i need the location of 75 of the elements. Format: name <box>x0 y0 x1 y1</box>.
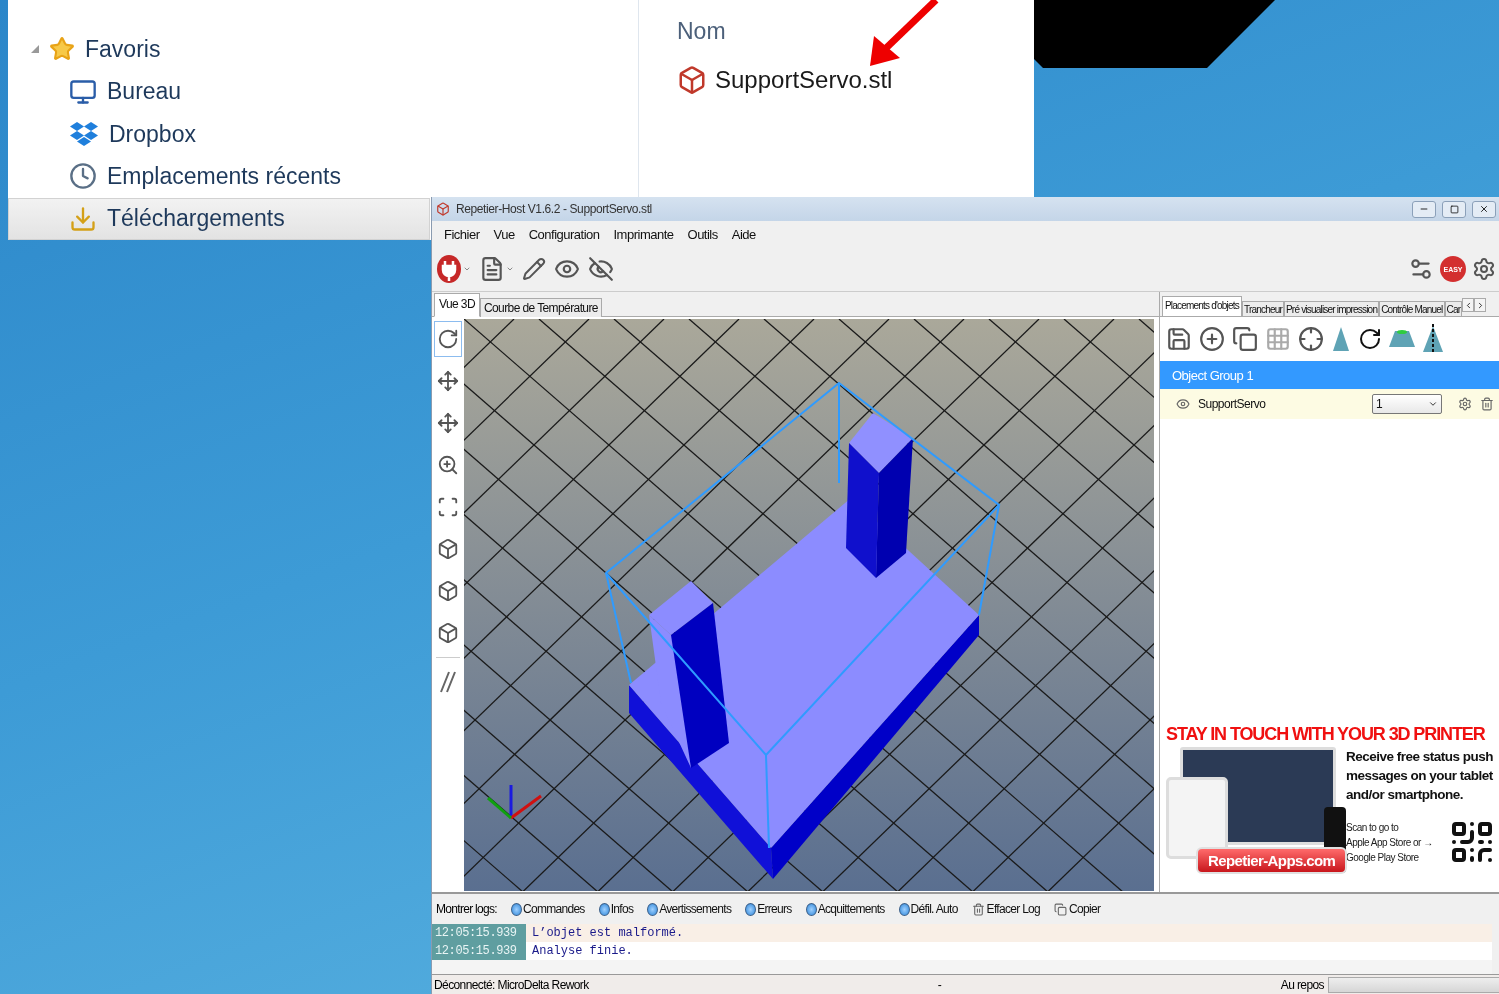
close-icon <box>1479 204 1489 214</box>
menu-item[interactable]: Imprimante <box>607 224 680 244</box>
sidebar-item[interactable]: Dropbox <box>8 112 430 156</box>
copy-icon <box>1054 902 1068 916</box>
axis-gizmo-icon <box>487 785 542 820</box>
add-button[interactable] <box>1197 324 1227 354</box>
log-filter-toggle[interactable]: Erreurs <box>745 902 792 916</box>
connection-status: Déconnecté: MicroDelta Rework <box>434 977 589 992</box>
edit-button[interactable] <box>520 255 548 283</box>
recent-places-icon <box>69 162 97 191</box>
expander-icon[interactable] <box>31 45 39 54</box>
close-button[interactable] <box>1472 200 1496 218</box>
3d-viewport[interactable] <box>464 319 1154 891</box>
log-filter-label: Montrer logs: <box>436 902 497 916</box>
star-icon <box>49 36 75 63</box>
sidebar-item[interactable]: Téléchargements <box>8 197 430 241</box>
caret-icon <box>1428 399 1438 409</box>
rotate-button[interactable] <box>434 321 462 357</box>
hide-button[interactable] <box>586 254 616 284</box>
clear-log-button[interactable]: Effacer Log <box>971 902 1041 916</box>
menu-item[interactable]: Aide <box>725 224 762 244</box>
log-message: Analyse finie. <box>531 944 633 958</box>
desktop-icon <box>69 77 97 106</box>
caret-icon[interactable] <box>506 265 514 273</box>
menu-item[interactable]: Vue <box>487 224 521 244</box>
parallel-lines-icon <box>439 670 457 694</box>
scan-text: Scan to go to Apple App Store or → Google Play Store <box>1346 820 1433 865</box>
copy-button[interactable] <box>1230 324 1260 354</box>
scroll-left-button[interactable] <box>1462 298 1475 312</box>
tab[interactable]: Pré visualiser impression <box>1284 301 1380 316</box>
log-timestamp: 12:05:15.939 <box>432 942 526 960</box>
minimize-button[interactable] <box>1412 200 1436 218</box>
menu-item[interactable]: Configuration <box>522 224 606 244</box>
status-text: - <box>937 977 942 992</box>
log-filter-toggle[interactable]: Commandes <box>510 902 585 916</box>
visibility-toggle[interactable] <box>1176 397 1190 411</box>
log-filter-toggle[interactable]: Défil. Auto <box>898 902 958 916</box>
file-item[interactable]: SupportServo.stl <box>677 65 1034 95</box>
printer-state: Au repos <box>1280 977 1324 992</box>
trash-icon[interactable] <box>1480 397 1494 411</box>
ad-text: Receive free status push messages on your tablet and/or smartphone. <box>1346 748 1495 804</box>
column-header[interactable]: Nom <box>677 18 1034 45</box>
log-filter-toggle[interactable]: Acquittements <box>805 902 885 916</box>
window-title: Repetier-Host V1.6.2 - SupportServo.stl <box>456 202 653 216</box>
object-row[interactable]: SupportServo 1 <box>1160 389 1499 419</box>
tab[interactable]: Placements d'objets <box>1162 296 1242 316</box>
tab[interactable]: Vue 3D <box>434 293 480 317</box>
tab[interactable]: Courbe de Température <box>480 298 602 317</box>
app-logo-icon <box>436 202 450 216</box>
settings-icon[interactable] <box>1458 397 1472 411</box>
copies-dropdown[interactable]: 1 <box>1372 394 1442 414</box>
log-message: L’objet est malformé. <box>531 926 684 940</box>
menu-item[interactable]: Fichier <box>438 224 486 244</box>
tab[interactable]: Trancheur <box>1242 301 1284 316</box>
downloads-folder-icon <box>69 204 97 233</box>
dropbox-icon <box>69 120 99 148</box>
object-name: SupportServo <box>1198 397 1267 411</box>
center-button[interactable] <box>1296 324 1326 354</box>
trash-icon <box>971 902 985 916</box>
sidebar-item[interactable]: Favoris <box>8 28 430 71</box>
maximize-button[interactable] <box>1442 200 1466 218</box>
sidebar-item[interactable]: Emplacements récents <box>8 155 430 198</box>
scroll-right-button[interactable] <box>1474 298 1487 312</box>
menu-item[interactable]: Outils <box>681 224 724 244</box>
copies-value: 1 <box>1376 397 1383 411</box>
log-filter-toggle[interactable]: Infos <box>598 902 634 916</box>
stl-file-icon <box>677 65 707 95</box>
sidebar-item[interactable]: Bureau <box>8 70 430 113</box>
app-link[interactable]: Repetier-Apps.com <box>1196 847 1348 874</box>
log-timestamp: 12:05:15.939 <box>432 924 526 942</box>
copy-log-button[interactable]: Copier <box>1054 902 1101 916</box>
caret-icon[interactable] <box>463 265 471 273</box>
maximize-icon <box>1449 204 1459 214</box>
tab[interactable]: Contrôle Manuel <box>1379 301 1445 316</box>
log-filter-toggle[interactable]: Avertissements <box>647 902 732 916</box>
